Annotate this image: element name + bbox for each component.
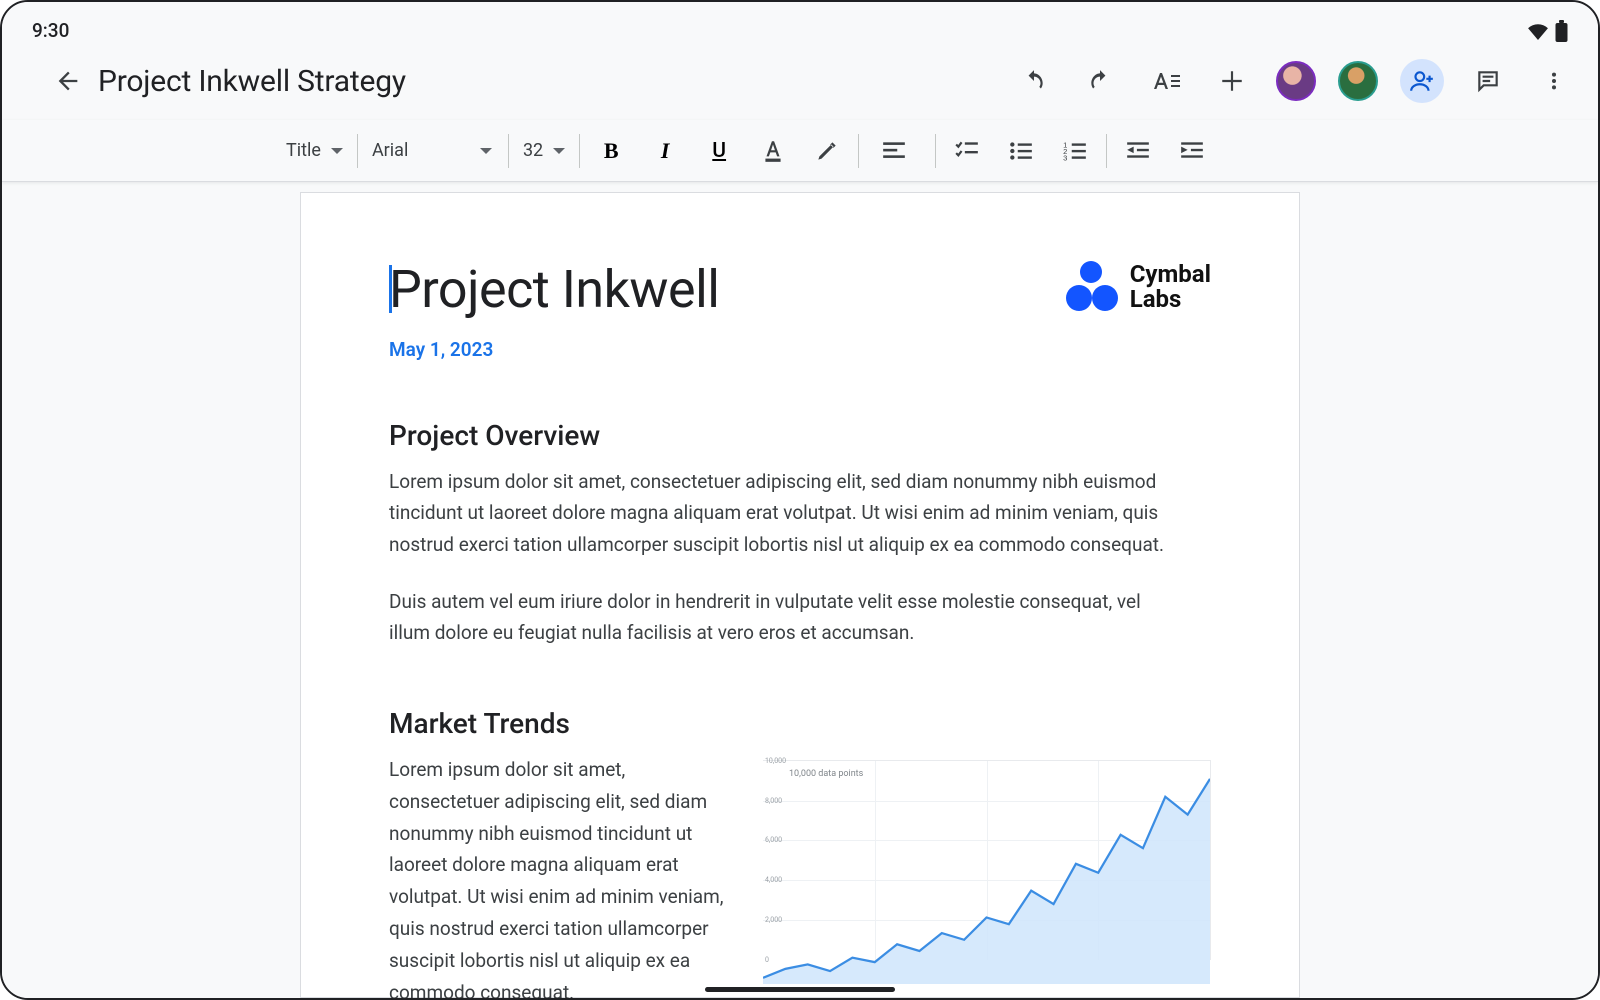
collaborator-avatar-2[interactable] xyxy=(1338,61,1378,101)
comments-button[interactable] xyxy=(1466,59,1510,103)
underline-button[interactable]: U xyxy=(702,134,736,168)
text-format-button[interactable] xyxy=(1144,59,1188,103)
font-family-value: Arial xyxy=(372,140,408,161)
bulleted-list-icon xyxy=(1008,140,1034,162)
redo-icon xyxy=(1087,68,1113,94)
highlight-button[interactable] xyxy=(810,134,844,168)
undo-button[interactable] xyxy=(1012,59,1056,103)
brand-text: Cymbal Labs xyxy=(1130,262,1211,312)
plus-icon xyxy=(1219,68,1245,94)
person-add-icon xyxy=(1409,68,1435,94)
paragraph-style-selector[interactable]: Title xyxy=(286,140,343,161)
area-chart-icon xyxy=(763,761,1210,985)
text-format-icon xyxy=(1151,68,1181,94)
body-paragraph[interactable]: Lorem ipsum dolor sit amet, consectetuer… xyxy=(389,466,1169,560)
home-indicator[interactable] xyxy=(705,987,895,992)
brand-mark-icon xyxy=(1066,261,1118,313)
numbered-list-icon: 123 xyxy=(1062,140,1088,162)
indent-increase-icon xyxy=(1179,140,1205,162)
section-heading-overview[interactable]: Project Overview xyxy=(389,419,1211,452)
align-button[interactable] xyxy=(873,134,921,168)
chevron-down-icon xyxy=(331,148,343,154)
paragraph-style-value: Title xyxy=(286,140,321,161)
decrease-indent-button[interactable] xyxy=(1121,134,1155,168)
collaborator-avatar-1[interactable] xyxy=(1276,61,1316,101)
comment-icon xyxy=(1475,68,1501,94)
document-heading-title[interactable]: Project Inkwell xyxy=(389,259,719,320)
numbered-list-button[interactable]: 123 xyxy=(1058,134,1092,168)
wifi-icon xyxy=(1527,22,1549,40)
chart-ytick: 10,000 xyxy=(765,757,786,765)
share-button[interactable] xyxy=(1400,59,1444,103)
indent-decrease-icon xyxy=(1125,140,1151,162)
increase-indent-button[interactable] xyxy=(1175,134,1209,168)
trends-chart: 10,000 data points 02,0004,0006,0008,000… xyxy=(763,760,1211,960)
document-date[interactable]: May 1, 2023 xyxy=(389,338,719,361)
font-size-selector[interactable]: 32 xyxy=(523,140,565,161)
chart-ytick: 2,000 xyxy=(765,916,782,924)
highlighter-icon xyxy=(814,138,840,164)
chevron-down-icon xyxy=(553,148,565,154)
redo-button[interactable] xyxy=(1078,59,1122,103)
bold-icon: B xyxy=(604,138,619,164)
back-button[interactable] xyxy=(44,57,92,105)
checklist-button[interactable] xyxy=(950,134,984,168)
svg-text:3: 3 xyxy=(1063,153,1067,161)
font-family-selector[interactable]: Arial xyxy=(372,140,492,161)
more-vert-icon xyxy=(1543,68,1565,94)
insert-button[interactable] xyxy=(1210,59,1254,103)
section-heading-trends[interactable]: Market Trends xyxy=(389,707,1211,740)
brand-logo: Cymbal Labs xyxy=(1066,261,1211,313)
titlebar: Project Inkwell Strategy xyxy=(2,42,1598,120)
body-paragraph[interactable]: Duis autem vel eum iriure dolor in hendr… xyxy=(389,586,1169,649)
bulleted-list-button[interactable] xyxy=(1004,134,1038,168)
document-canvas[interactable]: Project Inkwell May 1, 2023 Cymbal Labs … xyxy=(2,182,1598,998)
underline-icon: U xyxy=(712,139,726,163)
italic-button[interactable]: I xyxy=(648,134,682,168)
text-cursor xyxy=(389,265,392,313)
arrow-back-icon xyxy=(54,67,82,95)
app-frame: 9:30 Project Inkwell Strategy xyxy=(0,0,1600,1000)
chart-ytick: 4,000 xyxy=(765,876,782,884)
text-color-button[interactable] xyxy=(756,134,790,168)
italic-icon: I xyxy=(661,138,670,164)
body-paragraph[interactable]: Lorem ipsum dolor sit amet, consectetuer… xyxy=(389,754,729,998)
page[interactable]: Project Inkwell May 1, 2023 Cymbal Labs … xyxy=(300,192,1300,998)
doc-title[interactable]: Project Inkwell Strategy xyxy=(98,64,406,99)
chevron-down-icon xyxy=(480,148,492,154)
undo-icon xyxy=(1021,68,1047,94)
battery-icon xyxy=(1555,20,1568,42)
bold-button[interactable]: B xyxy=(594,134,628,168)
more-menu-button[interactable] xyxy=(1532,59,1576,103)
checklist-icon xyxy=(954,140,980,162)
font-size-value: 32 xyxy=(523,140,543,161)
chart-ytick: 6,000 xyxy=(765,836,782,844)
text-color-icon xyxy=(760,138,786,164)
chart-ytick: 8,000 xyxy=(765,797,782,805)
format-toolbar: Title Arial 32 B I U xyxy=(2,120,1598,182)
align-left-icon xyxy=(881,140,907,162)
chart-ytick: 0 xyxy=(765,956,769,964)
status-time: 9:30 xyxy=(32,19,69,42)
status-bar: 9:30 xyxy=(2,2,1598,42)
